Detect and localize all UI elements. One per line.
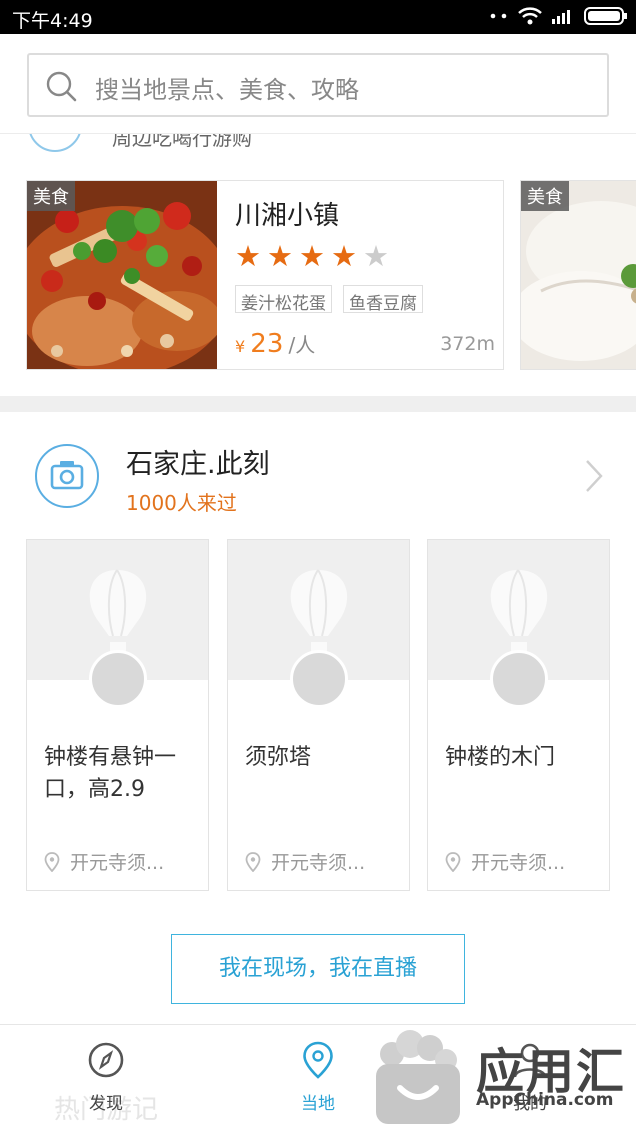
tab-local[interactable]: 当地 [268,1041,368,1114]
section-divider [0,396,636,412]
watermark-url: AppChina.com [476,1090,614,1110]
price-currency: ¥ [235,337,246,356]
food-card[interactable]: 美食 [520,180,636,370]
search-input[interactable]: 搜当地景点、美食、攻略 [27,53,609,117]
shopping-bag-logo-icon [376,1030,460,1124]
food-image: 美食 [521,181,636,369]
restaurant-name: 川湘小镇 [235,201,340,231]
post-text: 须弥塔 [245,745,312,770]
food-card[interactable]: 美食 川湘小镇 ★ ★ ★ ★ ★ 姜汁松花蛋 鱼香豆腐 ¥ 23 /人 372m [26,180,504,370]
star-filled-icon: ★ [267,239,293,273]
food-tag: 美食 [27,181,75,211]
avatar [490,650,548,708]
search-icon [46,71,77,102]
battery-icon [584,7,627,25]
price-unit: /人 [288,333,316,357]
status-bar: 下午4:49 [0,0,636,34]
dish-chip: 姜汁松花蛋 [235,285,332,314]
tab-label: 发现 [89,1094,123,1114]
tab-discover[interactable]: 发现 [56,1041,156,1114]
moment-visitor-count: 1000人来过 [126,491,237,515]
post-text: 钟楼的木门 [445,745,556,770]
nearby-icon [28,134,82,152]
status-time: 下午4:49 [12,10,93,32]
food-image: 美食 [27,181,217,369]
moment-post-card[interactable]: 钟楼的木门 开元寺须... [427,539,610,891]
star-filled-icon: ★ [331,239,357,273]
location-pin-icon [245,851,261,872]
location-pin-icon [303,1041,333,1079]
post-location: 开元寺须... [445,848,565,875]
post-location-text: 开元寺须... [471,852,566,874]
live-broadcast-button[interactable]: 我在现场，我在直播 [171,934,465,1004]
post-location-text: 开元寺须... [271,852,366,874]
wifi-icon [518,7,542,25]
tab-label: 当地 [301,1094,335,1114]
price: ¥ 23 /人 [235,329,315,359]
post-text: 钟楼有悬钟一口，高2.9 [44,745,177,802]
chevron-right-icon[interactable] [584,458,604,494]
star-empty-icon: ★ [363,239,389,273]
moment-title[interactable]: 石家庄.此刻 [126,442,270,481]
post-location: 开元寺须... [44,848,164,875]
avatar [89,650,147,708]
moment-post-card[interactable]: 钟楼有悬钟一口，高2.9 开元寺须... [26,539,209,891]
post-location: 开元寺须... [245,848,365,875]
star-filled-icon: ★ [235,239,261,273]
avatar [290,650,348,708]
compass-icon [88,1042,124,1078]
camera-icon [35,444,99,508]
location-pin-icon [44,851,60,872]
nearby-label: 周边吃喝行游购 [112,134,252,150]
status-icons [490,7,628,25]
dish-chip: 鱼香豆腐 [343,285,423,314]
search-header: 搜当地景点、美食、攻略 [0,34,636,134]
nearby-section-header: 周边吃喝行游购 [0,134,636,158]
search-placeholder: 搜当地景点、美食、攻略 [95,76,359,104]
location-pin-icon [445,851,461,872]
moment-post-card[interactable]: 须弥塔 开元寺须... [227,539,410,891]
signal-icon [552,10,570,24]
watermark: 应用汇 AppChina.com [372,1024,636,1130]
rating-stars: ★ ★ ★ ★ ★ [235,241,389,271]
price-value: 23 [250,329,284,359]
post-location-text: 开元寺须... [70,852,165,874]
food-tag: 美食 [521,181,569,211]
distance: 372m [440,333,495,355]
star-filled-icon: ★ [299,239,325,273]
dots-icon [490,13,507,19]
